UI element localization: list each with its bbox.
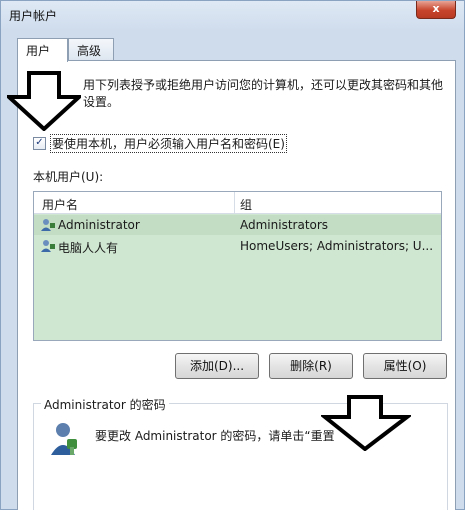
table-row[interactable]: 电脑人人有 HomeUsers; Administrators; U...: [34, 236, 441, 256]
list-header: 用户名 组: [34, 192, 441, 214]
users-list[interactable]: 用户名 组 Administrator Administrators 电脑人人有…: [33, 191, 442, 341]
cell-group: HomeUsers; Administrators; U...: [240, 239, 434, 253]
close-button[interactable]: x: [416, 1, 456, 19]
local-users-label: 本机用户(U):: [33, 170, 104, 184]
description-text: 用下列表授予或拒绝用户访问您的计算机，还可以更改其密码和其他设置。: [83, 78, 444, 109]
check-icon: ✓: [35, 137, 44, 148]
tab-advanced-label: 高级: [77, 44, 102, 58]
table-row[interactable]: Administrator Administrators: [34, 215, 441, 235]
down-arrow-icon: [7, 71, 81, 131]
down-arrow-icon: [321, 395, 411, 451]
user-key-icon: [49, 421, 81, 457]
column-divider[interactable]: [234, 192, 235, 214]
password-group-title: Administrator 的密码: [41, 396, 169, 413]
tab-advanced[interactable]: 高级: [68, 38, 114, 60]
tab-users[interactable]: 用户: [17, 38, 68, 62]
require-password-checkbox-row[interactable]: ✓ 要使用本机，用户必须输入用户名和密码(E): [33, 133, 287, 153]
password-instruction: 要更改 Administrator 的密码，请单击“重置: [95, 429, 335, 443]
close-icon: x: [432, 2, 440, 15]
require-password-checkbox[interactable]: ✓: [33, 136, 46, 150]
cell-group: Administrators: [240, 218, 329, 232]
column-header-group[interactable]: 组: [240, 196, 252, 213]
user-icon: [40, 218, 56, 232]
cell-username: Administrator: [58, 218, 140, 232]
window-title: 用户帐户: [9, 9, 58, 23]
require-password-label[interactable]: 要使用本机，用户必须输入用户名和密码(E): [50, 133, 287, 153]
title-bar[interactable]: 用户帐户 x: [1, 1, 464, 27]
column-header-username[interactable]: 用户名: [42, 196, 78, 213]
cell-username: 电脑人人有: [58, 241, 119, 255]
user-icon: [40, 239, 56, 253]
tab-users-label: 用户: [26, 44, 51, 58]
user-accounts-window: 用户帐户 x 用户 高级 用下列表授予或拒绝用户访问您的计算机，还可以更改其密码…: [0, 0, 465, 510]
add-user-button[interactable]: 添加(D)...: [175, 353, 259, 379]
properties-button[interactable]: 属性(O): [363, 353, 447, 379]
remove-user-button[interactable]: 删除(R): [269, 353, 353, 379]
